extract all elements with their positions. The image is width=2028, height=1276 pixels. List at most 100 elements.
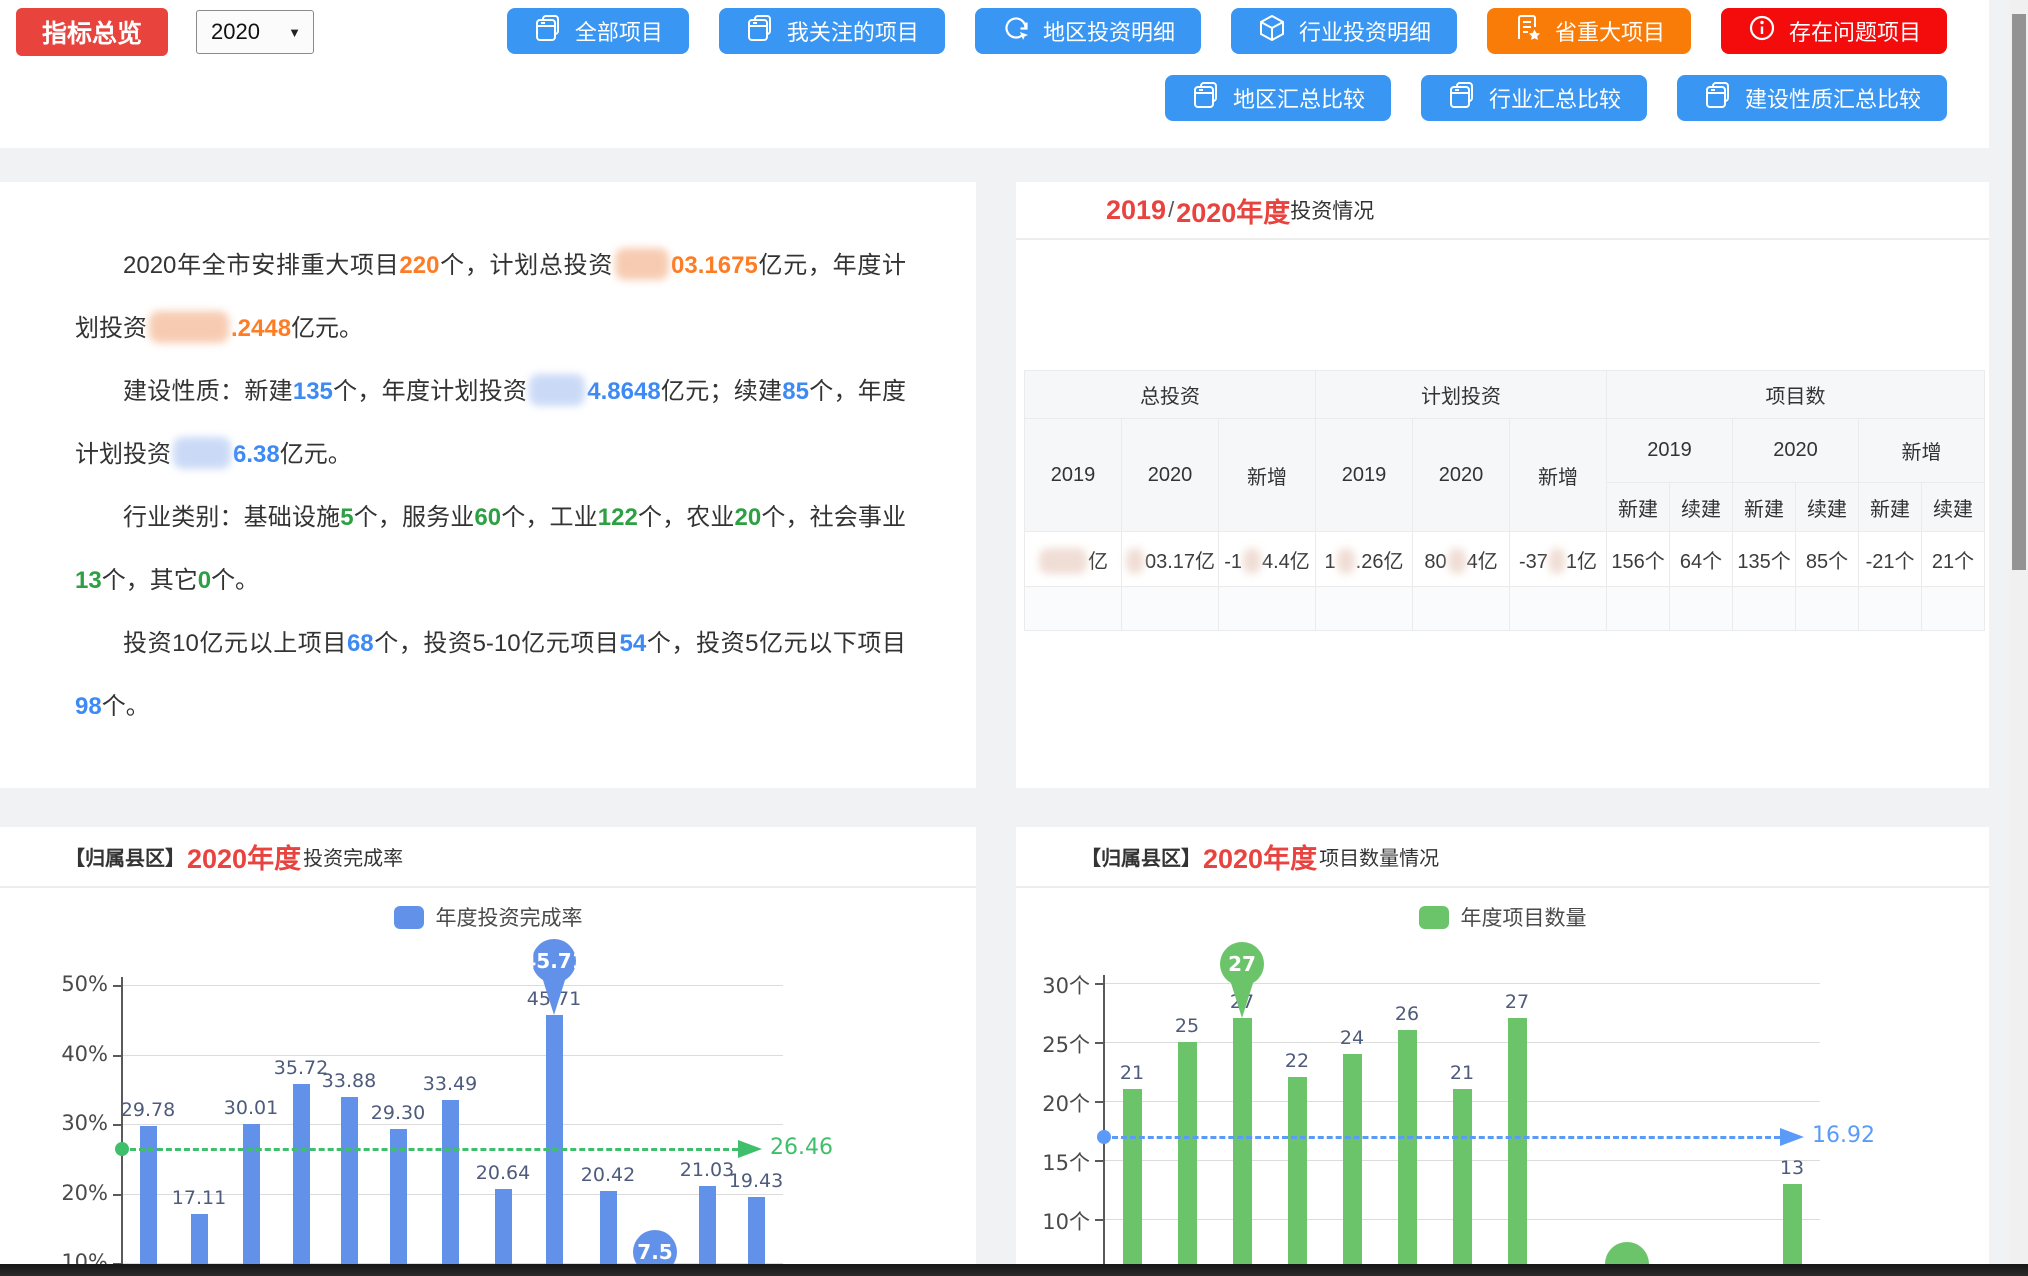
col-group-project-count: 项目数 — [1607, 371, 1985, 419]
summary-text: 2020年全市安排重大项目220个，计划总投资03.1675亿元，年度计划投资.… — [0, 182, 976, 738]
button-label: 存在问题项目 — [1789, 15, 1921, 47]
button-label: 地区投资明细 — [1043, 15, 1175, 47]
scrollbar-thumb[interactable] — [2012, 14, 2026, 570]
button-label: 行业投资明细 — [1299, 15, 1431, 47]
col-group-total-investment: 总投资 — [1025, 371, 1316, 419]
button-label: 建设性质汇总比较 — [1745, 82, 1921, 114]
title-rest: 投资情况 — [1290, 195, 1374, 225]
y-axis-tick-label: 10个 — [1016, 1206, 1090, 1236]
info-circle-icon — [1747, 13, 1777, 49]
industry-cube-icon — [1257, 13, 1287, 49]
col-header: 2019 — [1316, 419, 1413, 532]
problem-projects-button[interactable]: 存在问题项目 — [1721, 8, 1947, 54]
my-followed-projects-button[interactable]: 我关注的项目 — [719, 8, 945, 54]
region-summary-compare-button[interactable]: 地区汇总比较 — [1165, 75, 1391, 121]
bar-value-label: 13 — [1750, 1157, 1834, 1179]
bar-value-label: 20.64 — [461, 1162, 545, 1184]
sub-header: 续建 — [1670, 483, 1733, 532]
table-cell: 85个 — [1796, 532, 1859, 587]
table-cell: 64个 — [1670, 532, 1733, 587]
investment-completion-chart-panel: 【归属县区】 2020年度 投资完成率 年度投资完成率 50%40%30%20%… — [0, 827, 976, 1276]
bar-value-label: 21 — [1420, 1062, 1504, 1084]
indicator-overview-button[interactable]: 指标总览 — [16, 8, 168, 56]
project-count-bar-chart: 30个25个20个15个10个21252722242621271316.9227 — [1016, 827, 1989, 1276]
col-header: 2020 — [1122, 419, 1219, 532]
avg-line-arrow — [1780, 1127, 1806, 1147]
summary-stack-icon — [1703, 80, 1733, 116]
bar-value-label: 33.49 — [408, 1073, 492, 1095]
bottom-edge-strip — [0, 1264, 2028, 1276]
button-label: 行业汇总比较 — [1489, 82, 1621, 114]
y-axis-tick-label: 30% — [28, 1111, 108, 1135]
year-select[interactable]: 2020 ▼ — [196, 10, 314, 54]
bar-value-label: 26 — [1365, 1003, 1449, 1025]
top-toolbar: 指标总览 2020 ▼ 全部项目 我关注的项目 地区投资明细 — [0, 0, 1989, 148]
table-cell: 156个 — [1607, 532, 1670, 587]
bar-value-label: 21 — [1090, 1062, 1174, 1084]
y-axis-tick-label: 20% — [28, 1181, 108, 1205]
table-cell: 804亿 — [1413, 532, 1510, 587]
button-label: 地区汇总比较 — [1233, 82, 1365, 114]
col-header: 2020 — [1733, 419, 1859, 483]
table-cell: -21个 — [1859, 532, 1922, 587]
table-cell: 03.17亿 — [1122, 532, 1219, 587]
table-data-row: 亿03.17亿-14.4亿1.26亿804亿-371亿156个64个135个85… — [1025, 532, 1985, 587]
y-axis-tick-label: 50% — [28, 972, 108, 996]
bar-value-label: 29.78 — [106, 1099, 190, 1121]
col-header: 新增 — [1219, 419, 1316, 532]
all-projects-button[interactable]: 全部项目 — [507, 8, 689, 54]
industry-investment-detail-button[interactable]: 行业投资明细 — [1231, 8, 1457, 54]
value-balloon-marker: 27 — [1204, 936, 1280, 1020]
bar-value-label: 22 — [1255, 1050, 1339, 1072]
bar-value-label: 19.43 — [714, 1170, 798, 1192]
col-header: 2020 — [1413, 419, 1510, 532]
col-header: 2019 — [1607, 419, 1733, 483]
y-axis-tick-label: 20个 — [1016, 1088, 1090, 1118]
bar-value-label: 29.30 — [356, 1102, 440, 1124]
svg-text:27: 27 — [1228, 952, 1256, 976]
region-investment-detail-button[interactable]: 地区投资明细 — [975, 8, 1201, 54]
industry-summary-compare-button[interactable]: 行业汇总比较 — [1421, 75, 1647, 121]
project-count-chart-panel: 【归属县区】 2020年度 项目数量情况 年度项目数量 30个25个20个15个… — [1016, 827, 1989, 1276]
value-balloon-marker: 45.71 — [516, 933, 592, 1017]
avg-line-arrow — [738, 1139, 764, 1159]
investment-comparison-panel: 2019 / 2020年度 投资情况 总投资 计划投资 项目数 2019 202… — [1016, 182, 1989, 788]
y-axis-tick-label: 15个 — [1016, 1147, 1090, 1177]
region-refresh-icon — [1001, 13, 1031, 49]
button-label: 我关注的项目 — [787, 15, 919, 47]
bar-value-label: 24 — [1310, 1027, 1394, 1049]
projects-stack-icon — [533, 13, 563, 49]
col-header: 2019 — [1025, 419, 1122, 532]
table-cell: 1.26亿 — [1316, 532, 1413, 587]
title-year-2020: 2020年度 — [1176, 191, 1290, 230]
table-cell: -14.4亿 — [1219, 532, 1316, 587]
provincial-major-projects-button[interactable]: 省重大项目 — [1487, 8, 1691, 54]
sub-header: 新建 — [1859, 483, 1922, 532]
button-label: 省重大项目 — [1555, 15, 1665, 47]
col-group-planned-investment: 计划投资 — [1316, 371, 1607, 419]
bar-value-label: 17.11 — [157, 1187, 241, 1209]
sub-header: 续建 — [1922, 483, 1985, 532]
investment-panel-title: 2019 / 2020年度 投资情况 — [1016, 182, 1989, 240]
table-cell: 135个 — [1733, 532, 1796, 587]
table-cell: -371亿 — [1510, 532, 1607, 587]
year-select-value: 2020 — [211, 19, 260, 45]
toolbar-row-1: 全部项目 我关注的项目 地区投资明细 行业投资明细 省重大项目 — [507, 8, 1947, 54]
toolbar-row-2: 地区汇总比较 行业汇总比较 建设性质汇总比较 — [1165, 75, 1947, 121]
button-label: 全部项目 — [575, 15, 663, 47]
col-header: 新增 — [1510, 419, 1607, 532]
construction-type-summary-compare-button[interactable]: 建设性质汇总比较 — [1677, 75, 1947, 121]
completion-rate-bar-chart: 50%40%30%20%10%29.7817.1130.0135.7233.88… — [0, 827, 976, 1276]
sub-header: 续建 — [1796, 483, 1859, 532]
y-axis-tick-label: 40% — [28, 1042, 108, 1066]
y-axis-tick-label: 30个 — [1016, 970, 1090, 1000]
bar-value-label: 30.01 — [209, 1097, 293, 1119]
bar-value-label: 33.88 — [307, 1070, 391, 1092]
title-separator: / — [1168, 197, 1174, 223]
doc-star-icon — [1513, 13, 1543, 49]
col-header: 新增 — [1859, 419, 1985, 483]
summary-stack-icon — [1191, 80, 1221, 116]
avg-line-label: 16.92 — [1812, 1123, 1875, 1148]
table-cell: 亿 — [1025, 532, 1122, 587]
dashboard-screen: 指标总览 2020 ▼ 全部项目 我关注的项目 地区投资明细 — [0, 0, 2028, 1276]
